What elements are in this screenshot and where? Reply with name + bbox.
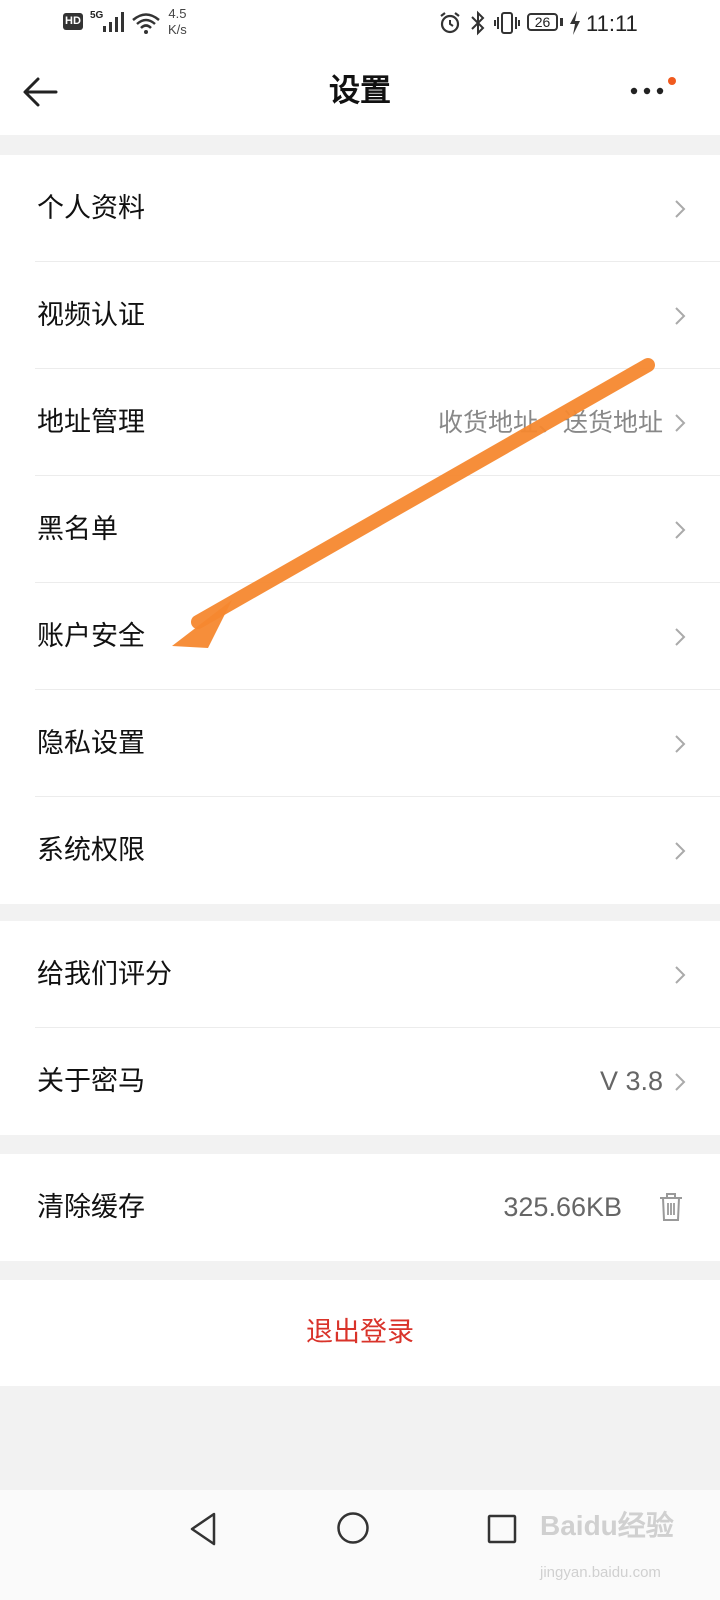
settings-item-video-verify[interactable]: 视频认证 [0, 262, 720, 369]
wifi-icon [132, 13, 160, 34]
chevron-right-icon [675, 1073, 686, 1091]
status-bar: HD 5G 4.5 K/s 26 11:11 [0, 0, 720, 48]
nav-back-triangle-icon[interactable] [188, 1511, 218, 1547]
item-label: 隐私设置 [37, 728, 145, 759]
settings-group-cache: 清除缓存 325.66KB [0, 1154, 720, 1261]
trash-icon[interactable] [658, 1192, 684, 1222]
battery-level: 26 [527, 13, 558, 31]
cache-size: 325.66KB [503, 1192, 622, 1222]
version-value: V 3.8 [599, 1066, 663, 1096]
nav-home-circle-icon[interactable] [336, 1511, 370, 1545]
speed-value: 4.5 [168, 6, 187, 21]
item-label: 清除缓存 [37, 1192, 145, 1223]
nav-recent-square-icon[interactable] [487, 1514, 517, 1544]
signal-icon [103, 12, 124, 32]
settings-item-address[interactable]: 地址管理 收货地址、送货地址 [0, 369, 720, 476]
watermark-brand: Baidu经验 [540, 1510, 674, 1541]
item-label: 地址管理 [37, 407, 145, 438]
chevron-right-icon [675, 307, 686, 325]
watermark-url: jingyan.baidu.com [540, 1564, 661, 1581]
settings-item-clear-cache[interactable]: 清除缓存 325.66KB [0, 1154, 720, 1261]
page-title: 设置 [329, 73, 391, 109]
arrow-left-icon[interactable] [20, 72, 60, 112]
chevron-right-icon [675, 966, 686, 984]
item-label: 个人资料 [37, 193, 145, 224]
settings-item-account-security[interactable]: 账户安全 [0, 583, 720, 690]
clock: 11:11 [586, 11, 638, 36]
vibrate-icon [494, 12, 520, 34]
chevron-right-icon [675, 414, 686, 432]
logout-button[interactable]: 退出登录 [0, 1280, 720, 1386]
speed-unit: K/s [168, 22, 187, 37]
settings-item-system-permissions[interactable]: 系统权限 [0, 797, 720, 904]
settings-group-account: 个人资料 视频认证 地址管理 收货地址、送货地址 黑名单 账户安全 隐私设置 系… [0, 155, 720, 904]
chevron-right-icon [675, 628, 686, 646]
alarm-icon [440, 12, 460, 34]
chevron-right-icon [675, 735, 686, 753]
settings-item-about[interactable]: 关于密马 V 3.8 [0, 1028, 720, 1135]
item-label: 系统权限 [37, 835, 145, 866]
item-label: 视频认证 [37, 300, 145, 331]
network-speed: 4.5 K/s [168, 6, 187, 38]
item-label: 关于密马 [37, 1066, 145, 1097]
settings-group-about: 给我们评分 关于密马 V 3.8 [0, 921, 720, 1135]
chevron-right-icon [675, 842, 686, 860]
item-label: 账户安全 [37, 621, 145, 652]
system-nav-bar: Baidu经验 jingyan.baidu.com [0, 1490, 720, 1600]
header-bar: 设置 [0, 48, 720, 135]
battery-tip [560, 18, 563, 26]
settings-item-privacy[interactable]: 隐私设置 [0, 690, 720, 797]
charging-icon [570, 11, 580, 35]
hd-badge: HD [63, 13, 83, 30]
chevron-right-icon [675, 521, 686, 539]
notification-dot [668, 77, 676, 85]
item-value: 收货地址、送货地址 [437, 408, 663, 437]
settings-item-blacklist[interactable]: 黑名单 [0, 476, 720, 583]
item-label: 给我们评分 [37, 959, 172, 990]
settings-item-rate-us[interactable]: 给我们评分 [0, 921, 720, 1028]
chevron-right-icon [675, 200, 686, 218]
settings-item-profile[interactable]: 个人资料 [0, 155, 720, 262]
item-label: 黑名单 [37, 514, 118, 545]
bluetooth-icon [471, 10, 485, 36]
